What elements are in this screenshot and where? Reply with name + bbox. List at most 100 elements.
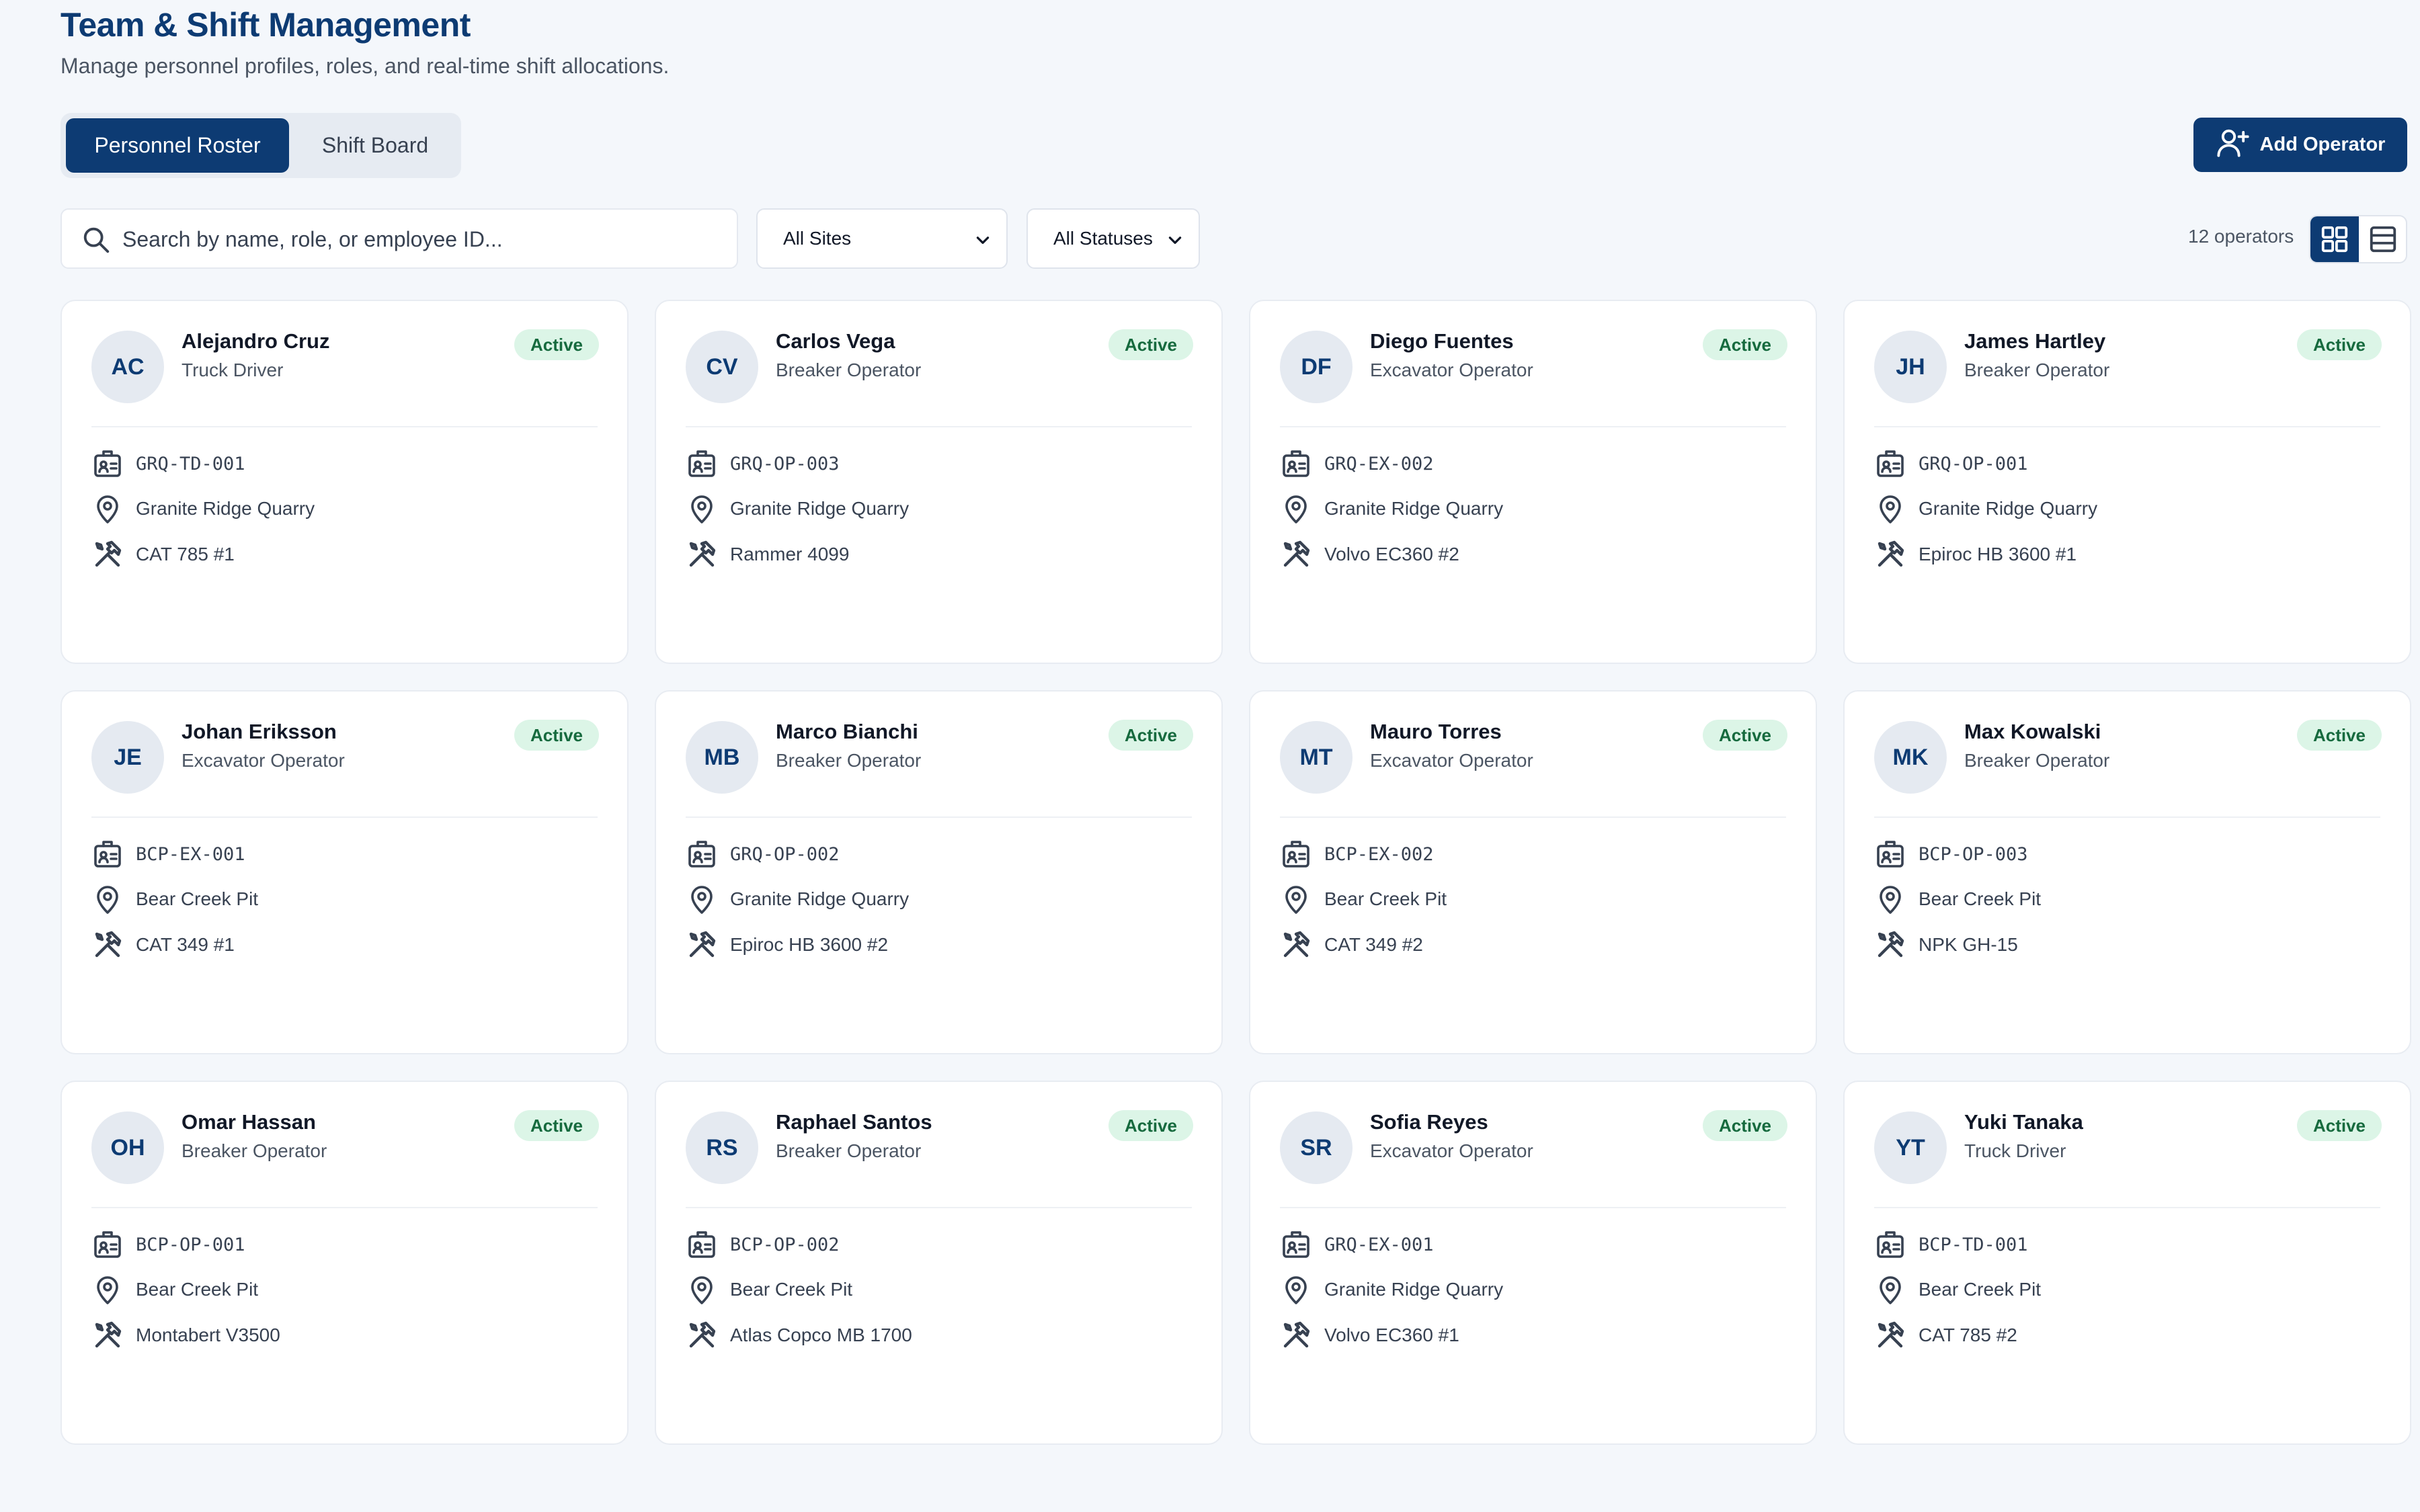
operator-name: Alejandro Cruz — [182, 329, 330, 353]
operator-card[interactable]: OH Omar Hassan Breaker Operator Active B… — [61, 1081, 629, 1445]
employee-id: GRQ-OP-003 — [730, 453, 840, 474]
site-name: Bear Creek Pit — [1919, 1279, 2042, 1300]
avatar: MT — [1280, 721, 1353, 794]
site-name: Bear Creek Pit — [730, 1279, 853, 1300]
equipment-row: Volvo EC360 #2 — [1280, 536, 1459, 573]
site-row: Granite Ridge Quarry — [1280, 1271, 1503, 1308]
operator-role: Breaker Operator — [776, 360, 922, 380]
site-filter-select[interactable]: All Sites — [756, 208, 1008, 269]
operator-card[interactable]: AC Alejandro Cruz Truck Driver Active GR… — [61, 300, 629, 664]
operator-name: Omar Hassan — [182, 1110, 316, 1134]
employee-id: GRQ-EX-002 — [1324, 453, 1434, 474]
map-pin-icon — [97, 1276, 118, 1304]
site-row: Bear Creek Pit — [91, 1271, 258, 1308]
operator-role: Excavator Operator — [182, 750, 345, 771]
operator-card[interactable]: MT Mauro Torres Excavator Operator Activ… — [1249, 690, 1817, 1054]
avatar: RS — [686, 1111, 758, 1184]
operator-name: Diego Fuentes — [1370, 329, 1514, 353]
id-badge-icon — [688, 1231, 715, 1258]
list-view-button[interactable] — [2359, 216, 2406, 262]
operator-name: Raphael Santos — [776, 1110, 932, 1134]
tools-icon — [1878, 931, 1904, 958]
site-name: Granite Ridge Quarry — [730, 888, 910, 909]
status-badge: Active — [514, 720, 599, 751]
employee-id: BCP-EX-002 — [1324, 843, 1434, 865]
avatar: MB — [686, 721, 758, 794]
map-pin-icon — [97, 495, 118, 523]
operator-name: Mauro Torres — [1370, 720, 1502, 743]
employee-id-row: BCP-TD-001 — [1874, 1226, 2028, 1263]
employee-id: BCP-TD-001 — [1919, 1234, 2028, 1255]
card-divider — [1280, 426, 1786, 427]
operator-card[interactable]: JH James Hartley Breaker Operator Active… — [1843, 300, 2411, 664]
operator-card[interactable]: MK Max Kowalski Breaker Operator Active … — [1843, 690, 2411, 1054]
id-badge-icon — [94, 1231, 121, 1258]
operator-card[interactable]: SR Sofia Reyes Excavator Operator Active… — [1249, 1081, 1817, 1445]
equipment-name: NPK GH-15 — [1919, 934, 2018, 955]
status-badge: Active — [1108, 1110, 1193, 1141]
tools-icon — [1878, 1321, 1904, 1348]
status-badge: Active — [1108, 329, 1193, 360]
status-badge: Active — [2296, 720, 2382, 751]
status-badge: Active — [2296, 329, 2382, 360]
map-pin-icon — [691, 886, 713, 914]
equipment-row: Montabert V3500 — [91, 1317, 280, 1353]
grid-icon — [2321, 226, 2348, 253]
status-badge: Active — [514, 1110, 599, 1141]
tab-personnel-roster[interactable]: Personnel Roster — [66, 118, 289, 173]
card-divider — [1874, 1207, 2380, 1208]
operator-card[interactable]: JE Johan Eriksson Excavator Operator Act… — [61, 690, 629, 1054]
map-pin-icon — [1880, 495, 1901, 523]
operator-name: Sofia Reyes — [1370, 1110, 1488, 1134]
employee-id-row: GRQ-TD-001 — [91, 446, 245, 482]
card-divider — [1874, 426, 2380, 427]
search-input[interactable] — [121, 219, 722, 259]
status-filter-select[interactable]: All Statuses — [1026, 208, 1200, 269]
equipment-name: Epiroc HB 3600 #1 — [1919, 544, 2077, 564]
operator-card[interactable]: MB Marco Bianchi Breaker Operator Active… — [655, 690, 1223, 1054]
operator-card[interactable]: CV Carlos Vega Breaker Operator Active G… — [655, 300, 1223, 664]
employee-id: GRQ-EX-001 — [1324, 1234, 1434, 1255]
tools-icon — [95, 931, 122, 958]
card-divider — [91, 1207, 598, 1208]
equipment-row: Volvo EC360 #1 — [1280, 1317, 1459, 1353]
card-divider — [91, 426, 598, 427]
avatar: YT — [1874, 1111, 1947, 1184]
site-name: Granite Ridge Quarry — [1324, 498, 1504, 519]
employee-id: BCP-EX-001 — [136, 843, 245, 865]
status-badge: Active — [1108, 720, 1193, 751]
grid-view-button[interactable] — [2310, 216, 2359, 262]
operator-role: Breaker Operator — [1964, 750, 2110, 771]
operator-card[interactable]: RS Raphael Santos Breaker Operator Activ… — [655, 1081, 1223, 1445]
site-name: Granite Ridge Quarry — [136, 498, 315, 519]
equipment-row: CAT 349 #1 — [91, 927, 235, 963]
site-name: Granite Ridge Quarry — [1919, 498, 2098, 519]
equipment-row: CAT 785 #1 — [91, 536, 235, 573]
equipment-name: Volvo EC360 #2 — [1324, 544, 1459, 564]
card-divider — [686, 1207, 1192, 1208]
operator-card[interactable]: YT Yuki Tanaka Truck Driver Active BCP-T… — [1843, 1081, 2411, 1445]
site-name: Granite Ridge Quarry — [730, 498, 910, 519]
id-badge-icon — [1877, 841, 1904, 868]
tab-shift-board[interactable]: Shift Board — [296, 118, 454, 173]
site-row: Granite Ridge Quarry — [91, 491, 315, 527]
equipment-row: Atlas Copco MB 1700 — [686, 1317, 912, 1353]
tools-icon — [689, 1321, 716, 1348]
id-badge-icon — [688, 450, 715, 477]
add-operator-button[interactable]: Add Operator — [2193, 118, 2407, 172]
operator-card[interactable]: DF Diego Fuentes Excavator Operator Acti… — [1249, 300, 1817, 664]
equipment-row: Epiroc HB 3600 #2 — [686, 927, 888, 963]
site-row: Granite Ridge Quarry — [686, 881, 909, 917]
operator-name: Marco Bianchi — [776, 720, 918, 743]
operator-role: Excavator Operator — [1370, 750, 1533, 771]
tools-icon — [1283, 540, 1310, 567]
operator-role: Breaker Operator — [776, 750, 922, 771]
employee-id: GRQ-OP-001 — [1919, 453, 2028, 474]
equipment-name: CAT 349 #1 — [136, 934, 235, 955]
operator-role: Excavator Operator — [1370, 360, 1533, 380]
id-badge-icon — [1283, 450, 1309, 477]
operator-role: Excavator Operator — [1370, 1140, 1533, 1161]
add-user-icon — [2216, 125, 2251, 165]
operator-role: Breaker Operator — [1964, 360, 2110, 380]
map-pin-icon — [691, 495, 713, 523]
